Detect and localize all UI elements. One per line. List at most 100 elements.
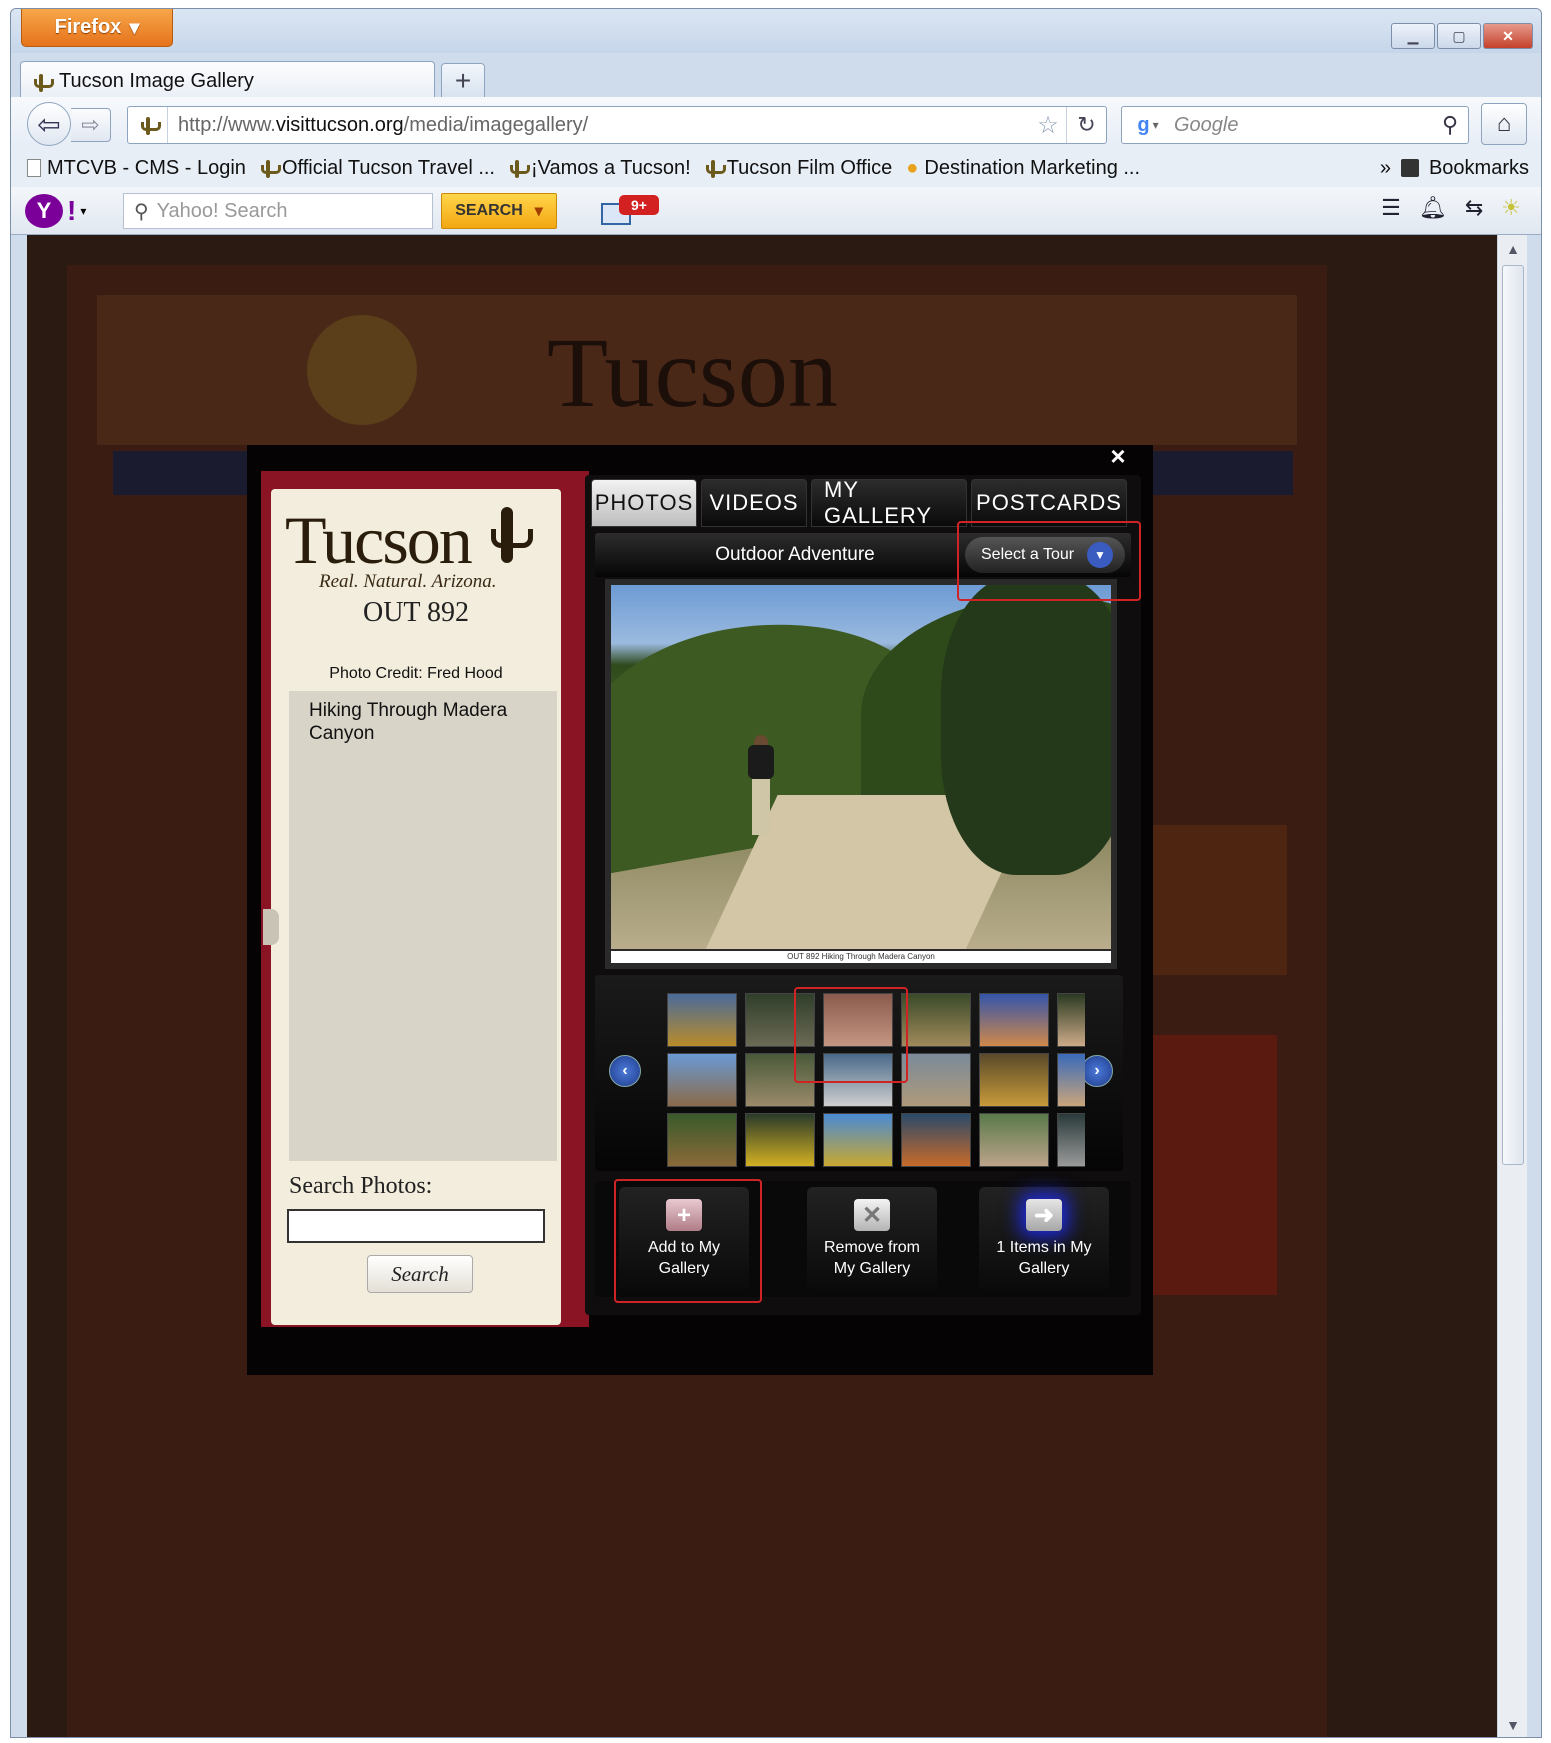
search-engine-box[interactable]: g ▾ Google ⚲ xyxy=(1121,106,1469,144)
reload-button[interactable]: ↻ xyxy=(1066,107,1106,143)
close-icon[interactable]: × xyxy=(1103,441,1133,471)
back-button[interactable]: ⇦ xyxy=(27,102,71,146)
main-photo-frame: OUT 892 Hiking Through Madera Canyon xyxy=(605,579,1117,969)
plus-icon: + xyxy=(666,1199,702,1231)
next-arrow-icon[interactable]: › xyxy=(1081,1055,1113,1087)
search-icon[interactable]: ⚲ xyxy=(1432,112,1468,138)
back-forward-group: ⇦ ⇨ xyxy=(27,102,119,146)
thumbnail[interactable] xyxy=(745,1113,815,1167)
thumbnail[interactable] xyxy=(823,1053,893,1107)
navigation-bar: ⇦ ⇨ http://www.visittucson.org/media/ima… xyxy=(11,97,1541,149)
bookmark-item[interactable]: Tucson Film Office xyxy=(705,157,892,180)
thumbnail[interactable] xyxy=(667,1053,737,1107)
tab-tucson-image-gallery[interactable]: Tucson Image Gallery xyxy=(20,61,435,101)
vertical-scrollbar[interactable]: ▲ ▼ xyxy=(1497,235,1527,1737)
cactus-icon xyxy=(491,507,533,563)
scroll-up-icon[interactable]: ▲ xyxy=(1498,235,1527,263)
tab-videos[interactable]: VIDEOS xyxy=(701,479,807,527)
scroll-thumb[interactable] xyxy=(1502,265,1524,1165)
thumbnail[interactable] xyxy=(1057,1053,1085,1107)
bookmark-item[interactable]: Official Tucson Travel ... xyxy=(260,157,495,180)
close-window-button[interactable]: ✕ xyxy=(1483,23,1533,49)
chevron-down-icon: ▼ xyxy=(1087,542,1113,568)
search-photos-input[interactable] xyxy=(287,1209,545,1243)
list-icon[interactable]: ☰ xyxy=(1381,195,1401,221)
cactus-icon xyxy=(509,158,530,178)
yahoo-y-icon: Y xyxy=(25,194,63,228)
bookmarks-label[interactable]: Bookmarks xyxy=(1429,157,1529,180)
tour-title: Outdoor Adventure xyxy=(715,544,875,565)
mail-count-badge: 9+ xyxy=(619,195,659,215)
background-sun-graphic xyxy=(307,315,417,425)
photo-description: Hiking Through Madera Canyon xyxy=(289,691,557,1161)
thumbnail[interactable] xyxy=(901,993,971,1047)
new-tab-button[interactable]: + xyxy=(441,63,485,99)
thumbnail[interactable] xyxy=(979,1053,1049,1107)
weather-icon[interactable]: ☀ xyxy=(1501,195,1521,221)
cactus-icon xyxy=(260,158,281,178)
bell-icon[interactable]: 🔔︎ xyxy=(1419,195,1447,221)
search-engine-name[interactable]: Google xyxy=(1174,114,1432,137)
thumbnail[interactable] xyxy=(901,1053,971,1107)
thumbnail[interactable] xyxy=(979,993,1049,1047)
tab-photos[interactable]: PHOTOS xyxy=(591,479,697,527)
bookmark-item[interactable]: ¡Vamos a Tucson! xyxy=(509,157,691,180)
thumbnail[interactable] xyxy=(901,1113,971,1167)
gallery-panel: PHOTOS VIDEOS MY GALLERY POSTCARDS Outdo… xyxy=(585,475,1141,1315)
google-icon[interactable]: g ▾ xyxy=(1122,114,1174,137)
yahoo-mail-button[interactable]: 9+ xyxy=(601,195,677,227)
thumbnail[interactable] xyxy=(745,1053,815,1107)
cactus-favicon-icon xyxy=(33,72,54,92)
thumbnail[interactable] xyxy=(979,1113,1049,1167)
firefox-menu-button[interactable]: Firefox ▾ xyxy=(21,9,173,47)
main-photo[interactable] xyxy=(611,585,1111,949)
maximize-button[interactable]: ▢ xyxy=(1437,23,1481,49)
site-identity-icon[interactable] xyxy=(128,107,168,143)
hiker-figure xyxy=(746,735,776,845)
my-gallery-count-button[interactable]: ➜ 1 Items in My Gallery xyxy=(979,1187,1109,1291)
gallery-tabs: PHOTOS VIDEOS MY GALLERY POSTCARDS xyxy=(591,477,1131,531)
tab-my-gallery[interactable]: MY GALLERY xyxy=(811,477,967,528)
bookmark-item[interactable]: ● Destination Marketing ... xyxy=(906,157,1140,180)
thumbnail[interactable] xyxy=(823,1113,893,1167)
bookmarks-menu[interactable]: » Bookmarks xyxy=(1380,149,1529,187)
background-promo xyxy=(1137,1035,1277,1295)
home-button[interactable]: ⌂ xyxy=(1481,103,1527,145)
url-text[interactable]: http://www.visittucson.org/media/imagega… xyxy=(168,114,1030,137)
tab-strip: Tucson Image Gallery + xyxy=(11,53,1541,101)
previous-arrow-icon[interactable]: ‹ xyxy=(609,1055,641,1087)
swap-icon[interactable]: ⇆ xyxy=(1465,195,1483,221)
thumbnail[interactable] xyxy=(1057,1113,1085,1167)
bookmark-item[interactable]: MTCVB - CMS - Login xyxy=(27,157,246,180)
bookmark-star-icon[interactable]: ☆ xyxy=(1030,111,1066,140)
thumbnail[interactable] xyxy=(1057,993,1085,1047)
minimize-button[interactable]: ▁ xyxy=(1391,23,1435,49)
bookmarks-icon xyxy=(1400,159,1419,177)
yahoo-search-button[interactable]: SEARCH ▾ xyxy=(441,193,557,229)
photo-caption: OUT 892 Hiking Through Madera Canyon xyxy=(611,951,1111,963)
remove-from-gallery-button[interactable]: ✕ Remove from My Gallery xyxy=(807,1187,937,1291)
yahoo-logo[interactable]: Y! ▾ xyxy=(25,192,95,230)
add-to-gallery-button[interactable]: + Add to My Gallery xyxy=(619,1187,749,1291)
search-button[interactable]: Search xyxy=(367,1255,473,1293)
thumbnail[interactable] xyxy=(667,993,737,1047)
thumbnail[interactable] xyxy=(823,993,893,1047)
tab-postcards[interactable]: POSTCARDS xyxy=(971,479,1127,527)
panel-handle[interactable] xyxy=(263,909,279,945)
page-icon xyxy=(27,159,41,177)
window-controls: ▁ ▢ ✕ xyxy=(1391,23,1533,49)
forward-button[interactable]: ⇨ xyxy=(71,108,111,142)
address-bar[interactable]: http://www.visittucson.org/media/imagega… xyxy=(127,106,1107,144)
dropdown-arrow-icon: ▾ xyxy=(129,17,140,39)
chevron-right-icon[interactable]: » xyxy=(1380,157,1391,180)
tour-select-dropdown[interactable]: Select a Tour ▼ xyxy=(965,537,1125,573)
scroll-down-icon[interactable]: ▼ xyxy=(1498,1711,1527,1737)
background-photo xyxy=(1137,825,1287,975)
dropdown-arrow-icon[interactable]: ▾ xyxy=(80,204,86,218)
yahoo-search-input[interactable]: ⚲ Yahoo! Search xyxy=(123,193,433,229)
thumbnail-grid xyxy=(667,993,1085,1169)
thumbnail[interactable] xyxy=(745,993,815,1047)
thumbnail[interactable] xyxy=(667,1113,737,1167)
figure-icon: ● xyxy=(906,156,919,179)
close-icon: ✕ xyxy=(854,1199,890,1231)
